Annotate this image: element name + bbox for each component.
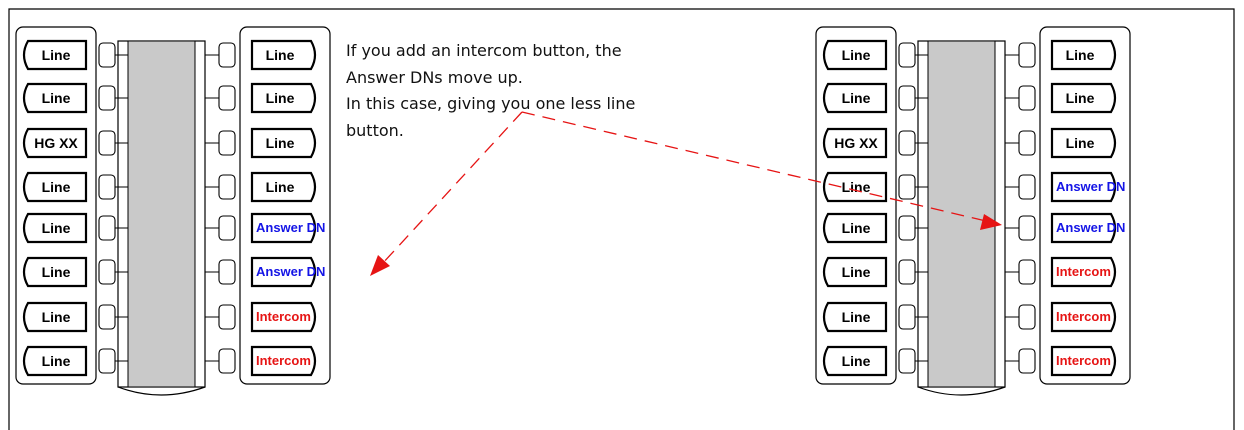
left-key-label: Line: [42, 90, 71, 106]
left-key-button: [98, 174, 116, 200]
right-key-button: [1018, 130, 1036, 156]
right-key-button: [218, 215, 236, 241]
right-key-label: Line: [1066, 135, 1095, 151]
right-key-label: Line: [266, 47, 295, 63]
key-module-diagram: Line Line Line Line HG XX Line Line Line Line Ans…: [8, 8, 1235, 430]
left-key-button: [98, 42, 116, 68]
left-key-button: [98, 215, 116, 241]
right-key-button: [1018, 174, 1036, 200]
right-key-button: [1018, 259, 1036, 285]
left-key-button: [898, 259, 916, 285]
left-key-label: Line: [42, 264, 71, 280]
left-key-label: Line: [842, 90, 871, 106]
left-key-label: Line: [42, 47, 71, 63]
right-key-button: [218, 42, 236, 68]
right-key-label: Line: [266, 90, 295, 106]
left-key-button: [98, 130, 116, 156]
left-key-label: Line: [842, 179, 871, 195]
annotation-line: button.: [346, 121, 404, 140]
left-key-button: [98, 304, 116, 330]
right-key-button: [1018, 348, 1036, 374]
left-key-label: Line: [842, 264, 871, 280]
before-key-module: Line Line Line Line HG XX Line Line Line Line Ans…: [15, 26, 331, 396]
left-key-label: Line: [42, 309, 71, 325]
right-key-button: [1018, 42, 1036, 68]
left-key-button: [898, 174, 916, 200]
after-key-module: Line Line Line Line HG XX Line Line Answer DN Li…: [815, 26, 1131, 396]
left-key-button: [98, 348, 116, 374]
right-key-label: Answer DN: [256, 220, 325, 235]
left-key-button: [898, 215, 916, 241]
annotation-line: If you add an intercom button, the: [346, 41, 622, 60]
module-panel: [127, 40, 196, 388]
module-base-curve: [117, 386, 206, 396]
left-key-button: [98, 85, 116, 111]
right-key-button: [218, 130, 236, 156]
right-key-label: Line: [1066, 47, 1095, 63]
left-key-button: [898, 348, 916, 374]
right-key-label: Intercom: [1056, 309, 1111, 324]
right-key-label: Line: [266, 179, 295, 195]
right-key-button: [1018, 85, 1036, 111]
left-key-label: Line: [842, 353, 871, 369]
right-key-button: [1018, 304, 1036, 330]
annotation-text: If you add an intercom button, the Answe…: [346, 41, 635, 140]
right-key-button: [1018, 215, 1036, 241]
right-key-button: [218, 174, 236, 200]
left-key-button: [898, 130, 916, 156]
annotation-line: In this case, giving you one less line: [346, 94, 635, 113]
right-key-button: [218, 304, 236, 330]
arrow-to-after-answer-dn: [521, 111, 987, 222]
left-key-label: Line: [42, 179, 71, 195]
left-key-button: [898, 304, 916, 330]
right-key-label: Intercom: [256, 353, 311, 368]
left-key-label: Line: [842, 47, 871, 63]
left-key-button: [98, 259, 116, 285]
right-key-label: Answer DN: [1056, 179, 1125, 194]
module-base-curve: [917, 386, 1006, 396]
right-key-label: Intercom: [1056, 353, 1111, 368]
right-key-button: [218, 348, 236, 374]
right-key-button: [218, 259, 236, 285]
left-key-label: HG XX: [834, 135, 878, 151]
right-key-label: Line: [1066, 90, 1095, 106]
left-key-label: Line: [42, 220, 71, 236]
annotation-line: Answer DNs move up.: [346, 68, 523, 87]
left-key-label: HG XX: [34, 135, 78, 151]
left-key-button: [898, 42, 916, 68]
right-key-label: Line: [266, 135, 295, 151]
right-key-label: Answer DN: [1056, 220, 1125, 235]
left-key-label: Line: [842, 220, 871, 236]
right-key-label: Intercom: [1056, 264, 1111, 279]
left-key-label: Line: [42, 353, 71, 369]
module-panel: [927, 40, 996, 388]
right-key-label: Answer DN: [256, 264, 325, 279]
right-key-label: Intercom: [256, 309, 311, 324]
right-key-button: [218, 85, 236, 111]
left-key-button: [898, 85, 916, 111]
left-key-label: Line: [842, 309, 871, 325]
